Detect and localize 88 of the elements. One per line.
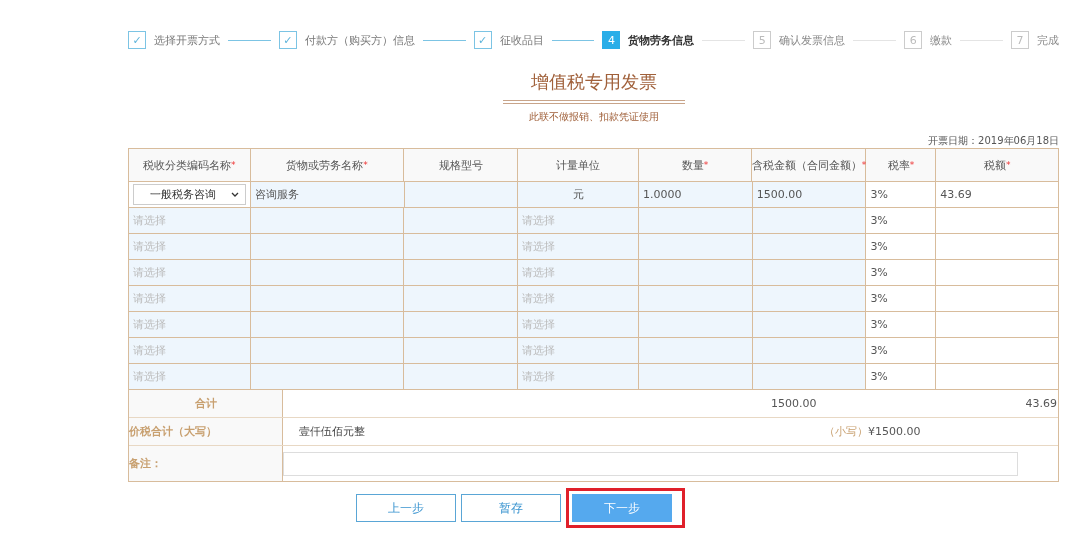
select-cell[interactable]: 请选择 [129, 364, 251, 390]
select-cell[interactable]: 请选择 [129, 312, 251, 338]
step-label: 确认发票信息 [779, 32, 846, 48]
lowercase-label: （小写） [824, 424, 868, 439]
input-cell[interactable] [638, 338, 753, 364]
step-marker: ✓ [278, 31, 297, 49]
table-cell: 3% [866, 182, 937, 208]
step-marker: ✓ [128, 31, 146, 49]
input-cell[interactable] [752, 208, 867, 234]
select-cell[interactable]: 请选择 [518, 338, 639, 364]
step-label: 缴款 [930, 32, 953, 48]
input-cell[interactable] [404, 182, 519, 208]
select-cell[interactable]: 请选择 [518, 364, 639, 390]
select-cell[interactable]: 请选择 [518, 234, 639, 260]
input-cell[interactable]: 1.0000 [639, 182, 753, 208]
input-cell[interactable] [404, 364, 519, 390]
input-cell[interactable]: 1500.00 [752, 182, 867, 208]
input-cell[interactable] [638, 260, 753, 286]
select-cell[interactable]: 请选择 [129, 234, 251, 260]
input-cell[interactable] [404, 234, 519, 260]
select-cell[interactable]: 请选择 [129, 260, 251, 286]
select-cell[interactable]: 请选择 [518, 312, 639, 338]
total-in-figures: ¥1500.00 [868, 425, 921, 438]
invoice-date: 开票日期：2019年06月18日 [928, 135, 1059, 146]
input-cell[interactable] [404, 338, 519, 364]
input-cell[interactable] [638, 364, 753, 390]
table-cell: 3% [866, 364, 937, 390]
step-button[interactable]: 暂存 [460, 494, 561, 522]
select-cell[interactable]: 请选择 [518, 286, 639, 312]
step-marker: 4 [602, 31, 621, 49]
step-button[interactable]: 上一步 [355, 494, 456, 522]
input-cell[interactable] [404, 312, 519, 338]
input-cell[interactable] [638, 286, 753, 312]
total-tax: 43.69 [1025, 397, 1057, 410]
caret-icon [231, 191, 239, 198]
input-cell[interactable] [250, 338, 405, 364]
input-cell[interactable] [638, 234, 753, 260]
input-cell[interactable] [250, 234, 405, 260]
input-cell[interactable] [752, 260, 867, 286]
select-cell[interactable]: 请选择 [518, 208, 639, 234]
input-cell[interactable] [752, 338, 867, 364]
column-header: 计量单位 [518, 149, 639, 182]
input-cell[interactable] [404, 286, 519, 312]
input-cell[interactable] [752, 286, 867, 312]
input-cell[interactable]: 咨询服务 [251, 182, 405, 208]
table-cell: 3% [866, 286, 937, 312]
select-cell[interactable]: 请选择 [129, 338, 251, 364]
input-cell[interactable] [752, 312, 867, 338]
table-cell: 3% [866, 260, 937, 286]
total-in-words: 壹仟伍佰元整 [299, 425, 365, 438]
step-marker: 7 [1010, 31, 1029, 49]
select-cell[interactable]: 请选择 [518, 260, 639, 286]
total-amount: 1500.00 [771, 397, 817, 410]
input-cell[interactable] [250, 364, 405, 390]
input-cell[interactable] [404, 260, 519, 286]
step-label: 付款方（购买方）信息 [304, 32, 415, 48]
input-cell[interactable] [752, 364, 867, 390]
select-cell[interactable]: 元 [518, 182, 640, 208]
input-cell[interactable] [250, 286, 405, 312]
select-cell[interactable]: 请选择 [129, 286, 251, 312]
table-cell: 3% [866, 234, 937, 260]
input-cell[interactable] [250, 312, 405, 338]
input-cell[interactable] [250, 260, 405, 286]
invoice-subtitle: 此联不做报销、扣款凭证使用 [528, 110, 659, 124]
total-words-label: 价税合计（大写） [129, 424, 217, 439]
step-marker: 6 [904, 31, 923, 49]
invoice-title: 增值税专用发票 [502, 70, 685, 104]
step-label: 完成 [1036, 32, 1059, 48]
step-marker: 5 [753, 31, 772, 49]
remarks-field[interactable] [283, 451, 1018, 476]
table-cell: 3% [866, 208, 937, 234]
category-select[interactable]: 一般税务咨询 [133, 184, 246, 205]
input-cell[interactable] [250, 208, 405, 234]
input-cell[interactable] [638, 312, 753, 338]
remarks-label: 备注： [129, 456, 162, 471]
step-label: 选择开票方式 [154, 32, 220, 48]
input-cell[interactable] [404, 208, 519, 234]
table-cell: 3% [866, 338, 937, 364]
input-cell[interactable] [752, 234, 867, 260]
step-button[interactable]: 下一步 [571, 494, 672, 522]
step-label: 征收品目 [499, 32, 544, 48]
table-cell: 3% [866, 312, 937, 338]
input-cell[interactable] [638, 208, 753, 234]
step-marker: ✓ [473, 31, 492, 49]
select-cell[interactable]: 请选择 [129, 208, 251, 234]
step-label: 货物劳务信息 [628, 32, 695, 48]
total-label: 合计 [194, 396, 217, 411]
column-header: 规格型号 [404, 149, 519, 182]
